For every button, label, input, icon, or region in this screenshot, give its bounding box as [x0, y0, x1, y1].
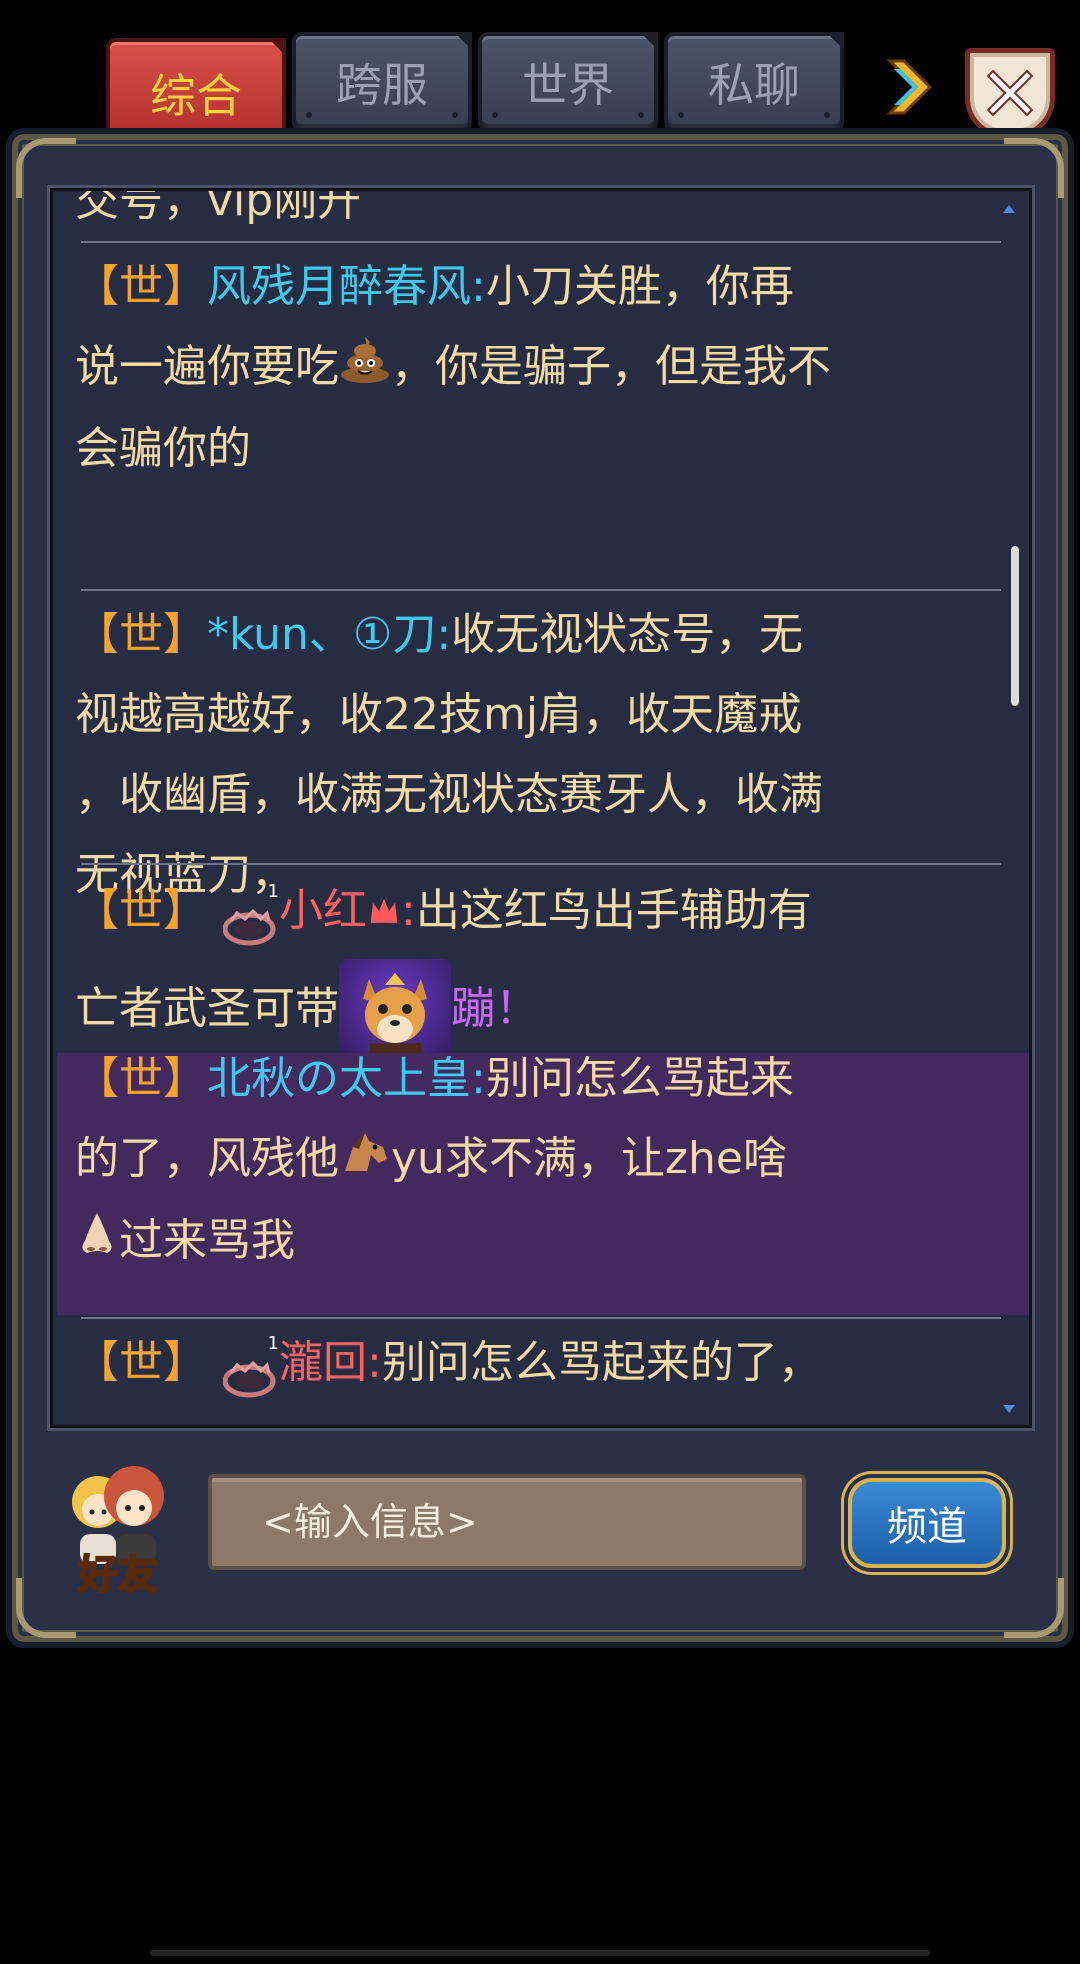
home-indicator — [150, 1950, 930, 1956]
tab-rivet — [824, 112, 830, 118]
friends-label: 好友 — [77, 1551, 159, 1599]
message-divider — [81, 863, 1001, 865]
tab-rivet — [452, 112, 458, 118]
scroll-down-icon — [1003, 1405, 1015, 1413]
message-input[interactable]: <输入信息> — [208, 1474, 806, 1570]
channel-tag: 【世】 — [75, 1053, 207, 1104]
sender-name[interactable]: 风残月醉春风: — [207, 261, 486, 312]
message-text: 收无视状态号，无 — [451, 609, 804, 660]
message-divider — [81, 589, 1001, 591]
sender-name[interactable]: 瀧回: — [279, 1337, 382, 1388]
tab-private-chat-label: 私聊 — [708, 58, 800, 112]
chat-message[interactable]: 【世】 1 瀧回:别问怎么骂起来的了， — [75, 1323, 995, 1403]
message-text: 交号，vip刚升 — [75, 188, 362, 226]
message-divider — [81, 1317, 1001, 1319]
tab-rivet — [492, 112, 498, 118]
channel-button[interactable]: 频道 — [848, 1478, 1006, 1568]
tab-rivet — [638, 112, 644, 118]
message-text: ，你是骗子，但是我不 — [391, 341, 831, 392]
jump-link[interactable]: 蹦！ — [451, 969, 559, 1057]
sender-colon: : — [401, 885, 416, 936]
chat-message-highlighted[interactable]: 【世】北秋の太上皇:别问怎么骂起来 的了，风残他 yu求不满，让zhe啥 过来骂我 — [75, 1039, 995, 1283]
tab-rivet — [678, 112, 684, 118]
close-button[interactable] — [965, 48, 1055, 138]
tab-world-label: 世界 — [522, 58, 614, 112]
channel-tag: 【世】 — [75, 885, 207, 936]
expand-arrow-button[interactable] — [882, 54, 942, 120]
close-icon — [986, 69, 1034, 117]
chat-window: 综合 跨服 世界 私聊 交号，vip刚升 【世】风残月醉春风:小刀关胜，你再 说… — [0, 0, 1080, 1964]
crown-icon — [367, 873, 401, 953]
message-text: 小刀关胜，你再 — [485, 261, 794, 312]
channel-tag: 【世】 — [75, 1337, 207, 1388]
scrollbar-thumb[interactable] — [1011, 546, 1019, 706]
sender-name[interactable]: 北秋の太上皇: — [207, 1053, 486, 1104]
tab-rivet — [306, 112, 312, 118]
channel-tag: 【世】 — [75, 609, 207, 660]
chevron-right-icon — [886, 59, 933, 115]
sender-name[interactable]: 小红 — [279, 885, 367, 936]
tab-cross-server-label: 跨服 — [336, 58, 428, 112]
channel-button-label: 频道 — [887, 1504, 967, 1550]
message-text: 过来骂我 — [119, 1215, 295, 1266]
frame-ornament — [1004, 1578, 1064, 1638]
chat-message[interactable]: 【世】*kun、①刀:收无视状态号，无 视越高越好，收22技mj肩，收天魔戒 ，… — [75, 595, 995, 915]
vip-crown-icon: 1 — [222, 883, 279, 946]
message-text: 亡者武圣可带 — [75, 983, 339, 1034]
vip-level: 1 — [267, 881, 279, 902]
message-text: 别问怎么骂起来 — [485, 1053, 794, 1104]
input-placeholder: <输入信息> — [262, 1500, 478, 1544]
message-text: 别问怎么骂起来的了， — [381, 1337, 822, 1388]
message-text: ，收幽盾，收满无视状态赛牙人，收满 — [75, 769, 823, 820]
friends-button[interactable]: 好友 — [58, 1460, 178, 1600]
tab-cross-server[interactable]: 跨服 — [292, 32, 472, 132]
tab-general-label: 综合 — [150, 69, 242, 123]
horse-emoji-icon — [339, 1121, 391, 1201]
nose-emoji-icon — [75, 1203, 119, 1283]
message-divider — [81, 241, 1001, 243]
scroll-up-icon — [1003, 205, 1015, 213]
tab-private-chat[interactable]: 私聊 — [664, 32, 844, 132]
chat-message[interactable]: 【世】风残月醉春风:小刀关胜，你再 说一遍你要吃 ，你是骗子，但是我不 会骗你的 — [75, 247, 995, 489]
sender-name[interactable]: *kun、①刀: — [207, 609, 451, 660]
chat-message-list[interactable]: 交号，vip刚升 【世】风残月醉春风:小刀关胜，你再 说一遍你要吃 ，你是骗子，但… — [50, 188, 1032, 1428]
message-text: 会骗你的 — [75, 423, 251, 474]
message-text: 出这红鸟出手辅助有 — [415, 885, 812, 936]
vip-level: 1 — [267, 1333, 279, 1354]
chat-message[interactable]: 【世】 1 小红:出这红鸟出手辅助有 亡者武圣可带 蹦！ — [75, 871, 995, 1063]
chat-line-partial: 交号，vip刚升 — [75, 188, 995, 241]
vip-crown-icon: 1 — [222, 1335, 279, 1398]
channel-tag: 【世】 — [75, 261, 207, 312]
tab-world[interactable]: 世界 — [478, 32, 658, 132]
message-text: yu求不满，让zhe啥 — [391, 1133, 787, 1184]
message-text: 的了，风残他 — [75, 1133, 339, 1184]
message-text: 说一遍你要吃 — [75, 341, 339, 392]
message-text: 视越高越好，收22技mj肩，收天魔戒 — [75, 689, 803, 740]
poop-emoji-icon — [339, 329, 391, 409]
